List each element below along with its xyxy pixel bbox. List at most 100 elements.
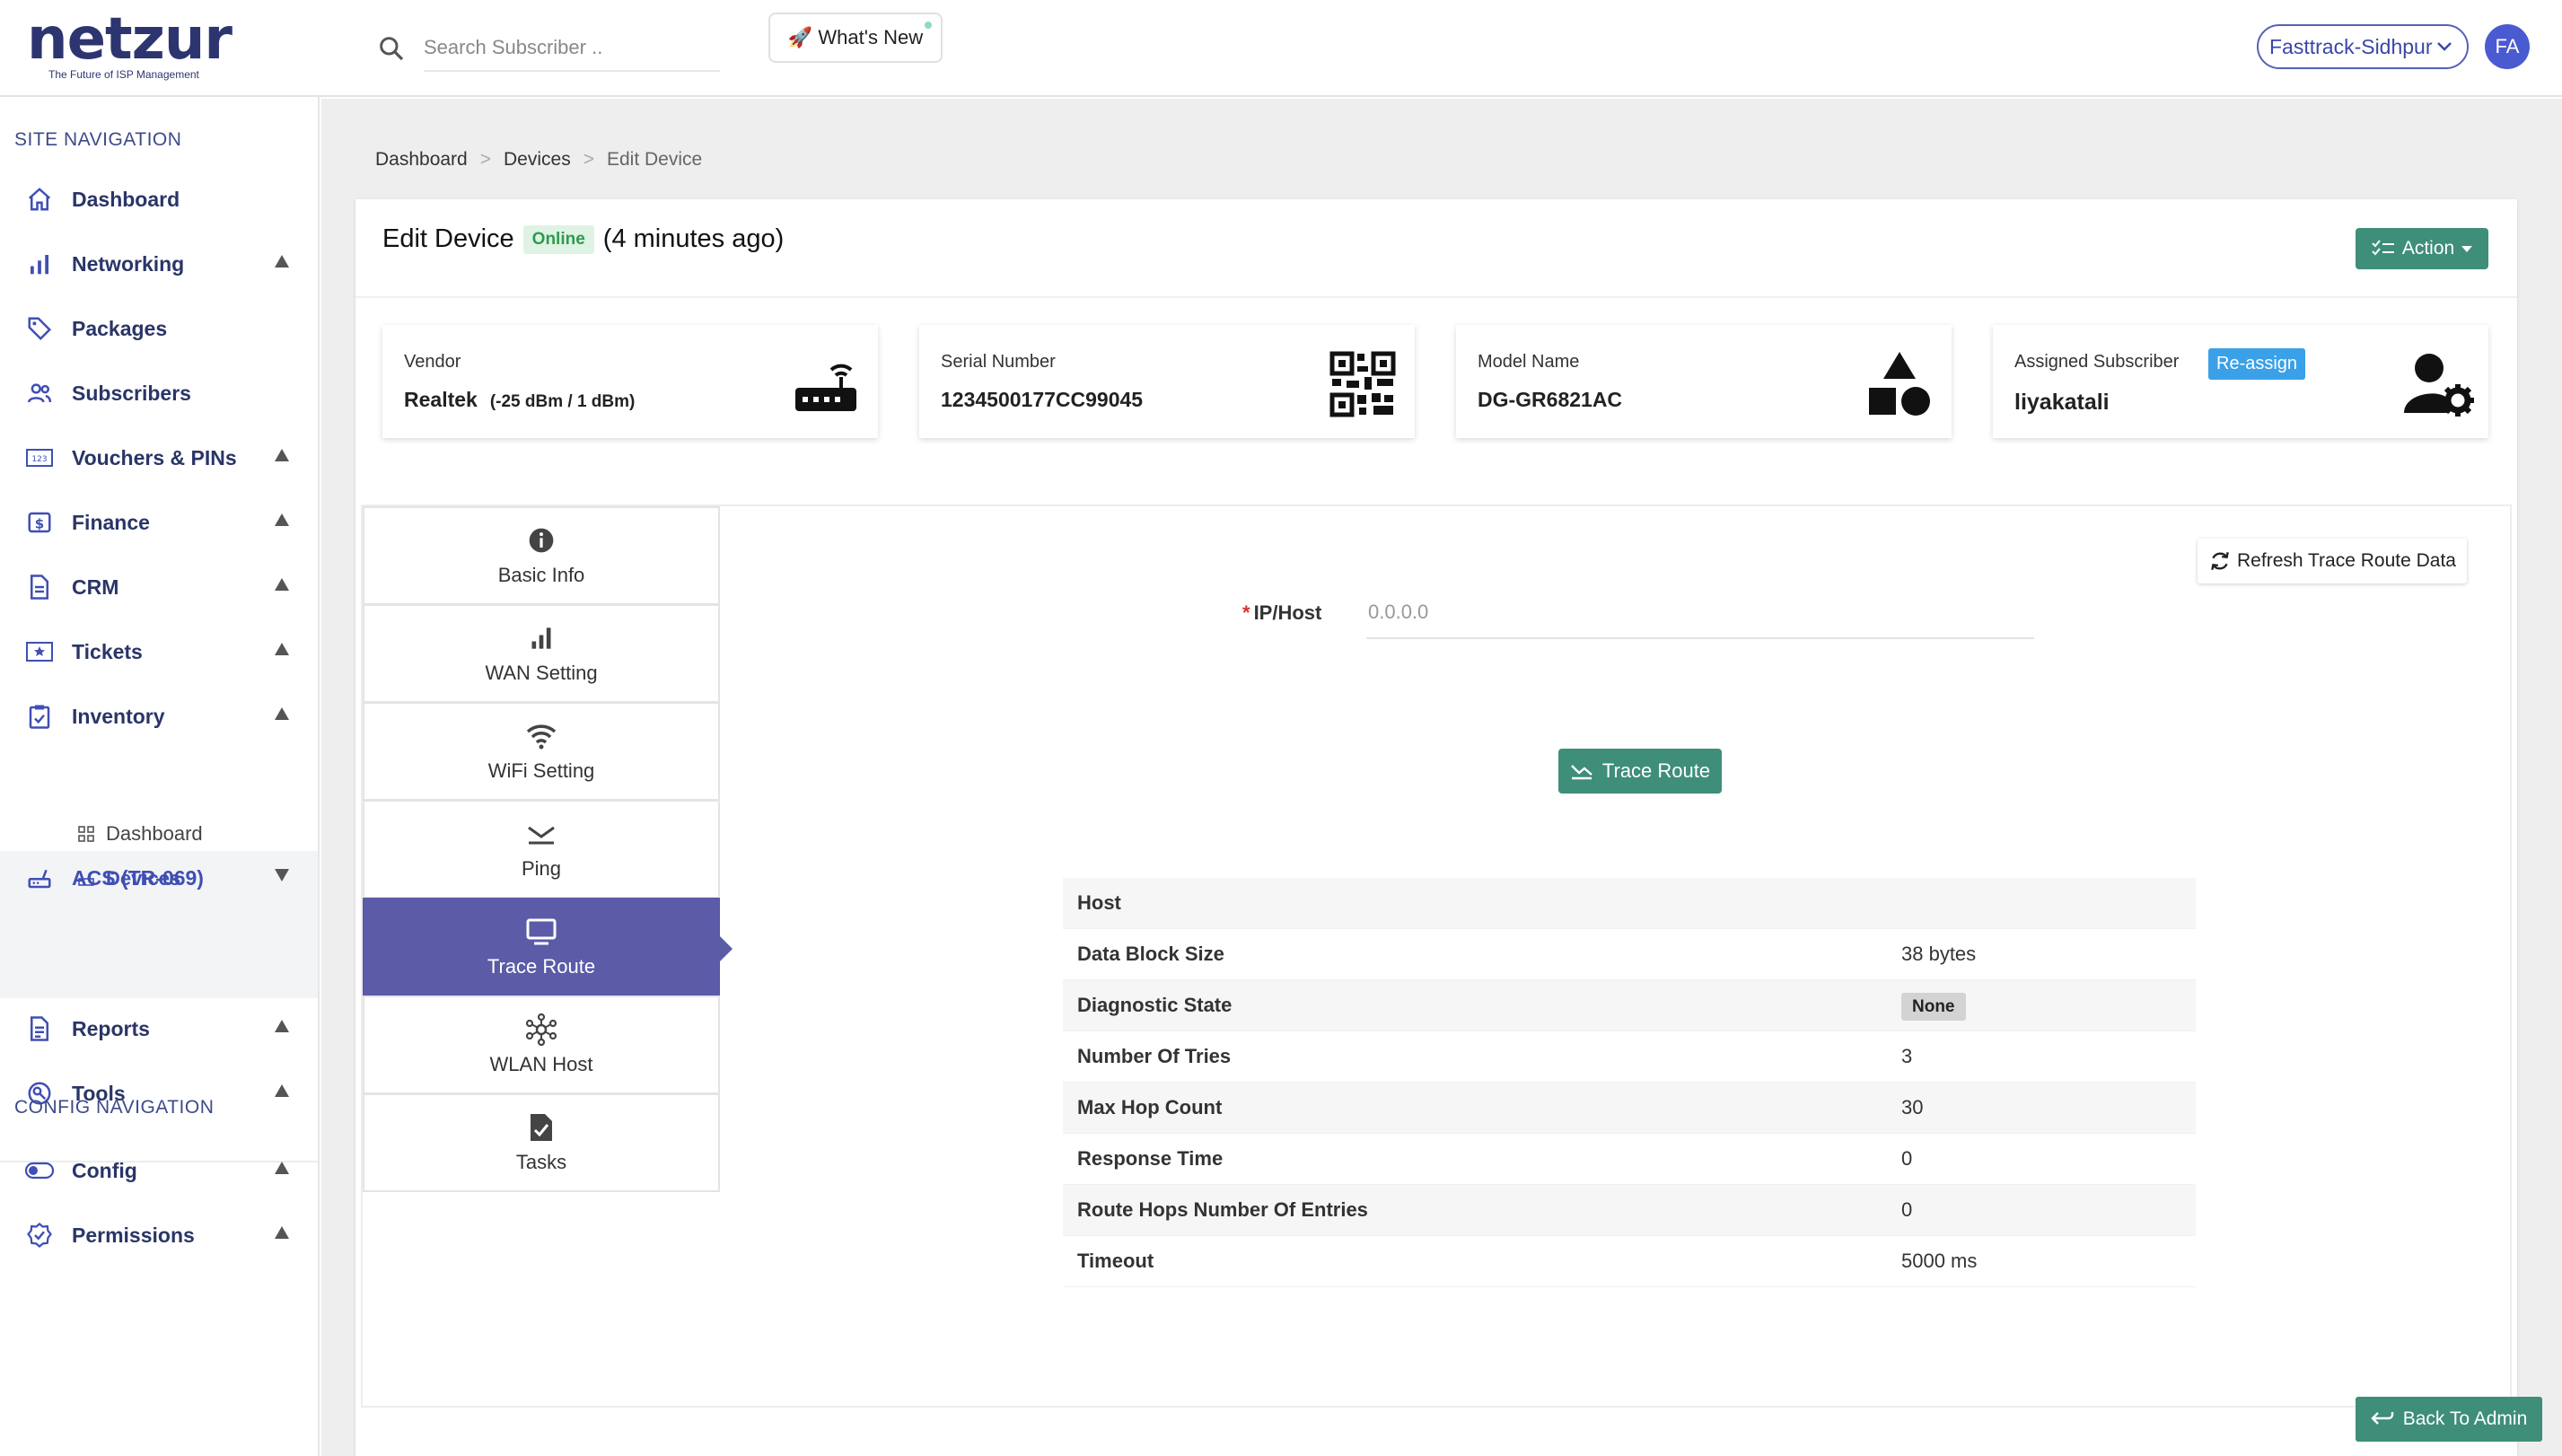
sidebar-item-label: Networking <box>72 251 185 276</box>
router-icon <box>792 350 860 418</box>
sidebar-item-dashboard[interactable]: Dashboard <box>0 172 318 226</box>
expand-arrow-icon <box>275 1162 289 1174</box>
tab-basic-info[interactable]: Basic Info <box>363 506 720 605</box>
model-value: DG-GR6821AC <box>1478 388 1623 411</box>
table-row: Response Time 0 <box>1063 1134 2196 1185</box>
tab-tasks[interactable]: Tasks <box>363 1093 720 1192</box>
tab-wlan-host[interactable]: WLAN Host <box>363 996 720 1094</box>
edit-device-card: Edit Device Online (4 minutes ago) Actio… <box>355 199 2517 1456</box>
toggle-icon <box>22 1153 57 1188</box>
tab-label: Trace Route <box>487 955 596 978</box>
chevron-down-icon <box>2436 26 2452 67</box>
config-navigation-title: CONFIG NAVIGATION <box>14 1097 215 1118</box>
logo[interactable]: netzur The Future of ISP Management <box>27 6 233 81</box>
task-check-icon <box>525 1111 557 1144</box>
sidebar-item-label: Reports <box>72 1016 150 1040</box>
tab-trace-route[interactable]: Trace Route <box>363 898 733 996</box>
action-dropdown-button[interactable]: Action <box>2356 228 2488 269</box>
sidebar-item-packages[interactable]: Packages <box>0 302 318 355</box>
avatar[interactable]: FA <box>2485 24 2530 69</box>
refresh-trace-route-button[interactable]: Refresh Trace Route Data <box>2198 539 2467 583</box>
whats-new-button[interactable]: 🚀 What's New <box>768 13 943 63</box>
organization-select[interactable]: Fasttrack-Sidhpur <box>2257 24 2469 69</box>
sidebar-subitem-label: Dashboard <box>106 822 203 845</box>
row-value: 30 <box>1901 1096 1924 1118</box>
status-badge: Online <box>522 224 594 254</box>
breadcrumb-edit-device: Edit Device <box>606 149 703 170</box>
vendor-name: Realtek <box>404 388 478 411</box>
row-key: Max Hop Count <box>1077 1096 1223 1118</box>
breadcrumb-dashboard[interactable]: Dashboard <box>375 149 468 171</box>
sidebar-item-tickets[interactable]: Tickets <box>0 625 318 679</box>
sidebar-item-permissions[interactable]: Permissions <box>0 1208 318 1262</box>
expand-arrow-icon <box>275 578 289 591</box>
last-seen-text: (4 minutes ago) <box>602 224 785 253</box>
return-arrow-icon <box>2371 1410 2394 1428</box>
vendor-signal: (-25 dBm / 1 dBm) <box>489 392 636 411</box>
sidebar-item-label: Vouchers & PINs <box>72 445 237 469</box>
sidebar-item-subscribers[interactable]: Subscribers <box>0 366 318 420</box>
sidebar-item-inventory[interactable]: Inventory <box>0 689 318 743</box>
back-to-admin-label: Back To Admin <box>2402 1408 2528 1429</box>
diagnostic-state-badge: None <box>1901 993 1966 1021</box>
sidebar-item-label: Dashboard <box>72 187 180 211</box>
checklist-icon <box>2372 240 2395 258</box>
sidebar-item-finance[interactable]: $ Finance <box>0 496 318 549</box>
breadcrumb-devices[interactable]: Devices <box>504 149 571 171</box>
subscriber-card: Assigned Subscriber Re-assign liyakatali <box>1993 325 2488 438</box>
router-icon <box>22 860 57 896</box>
monitor-icon <box>525 916 557 948</box>
reassign-button[interactable]: Re-assign <box>2208 348 2306 380</box>
logo-text: netzur <box>27 6 233 73</box>
users-icon <box>22 375 57 411</box>
tab-wan-setting[interactable]: WAN Setting <box>363 604 720 703</box>
top-bar: netzur The Future of ISP Management Sear… <box>0 0 2562 97</box>
site-navigation-title: SITE NAVIGATION <box>14 129 182 150</box>
back-to-admin-button[interactable]: Back To Admin <box>2356 1397 2542 1442</box>
search-input[interactable]: Search Subscriber .. <box>424 25 720 72</box>
device-icon <box>77 870 95 888</box>
expand-arrow-icon <box>275 1084 289 1097</box>
sidebar-item-label: Inventory <box>72 704 165 728</box>
table-row: Number Of Tries 3 <box>1063 1031 2196 1083</box>
sidebar-item-crm[interactable]: CRM <box>0 560 318 614</box>
shield-check-icon <box>22 1217 57 1253</box>
expand-arrow-icon <box>275 449 289 461</box>
document-icon <box>22 569 57 605</box>
tab-label: Tasks <box>515 1151 567 1173</box>
ping-icon <box>525 818 557 850</box>
sidebar-subitem-acs-dashboard[interactable]: Dashboard <box>77 822 203 846</box>
search-icon[interactable] <box>377 34 406 63</box>
sidebar-item-reports[interactable]: Reports <box>0 1002 318 1056</box>
home-icon <box>22 181 57 217</box>
sidebar-item-networking[interactable]: Networking <box>0 237 318 291</box>
sidebar-item-label: Config <box>72 1158 137 1182</box>
sidebar-item-config[interactable]: Config <box>0 1144 318 1197</box>
trace-icon <box>1570 762 1593 780</box>
signal-bars-icon <box>525 622 557 654</box>
sidebar-item-label: Tickets <box>72 639 143 663</box>
sidebar-subitem-devices[interactable]: Devices <box>77 867 180 890</box>
trace-route-button[interactable]: Trace Route <box>1558 749 1722 794</box>
row-value: None <box>1901 993 1966 1021</box>
tab-label: WLAN Host <box>489 1053 593 1075</box>
vendor-value: Realtek (-25 dBm / 1 dBm) <box>404 388 635 412</box>
subscriber-value[interactable]: liyakatali <box>2014 390 2110 416</box>
expand-arrow-icon <box>275 707 289 720</box>
sidebar-item-vouchers-pins[interactable]: 123 Vouchers & PINs <box>0 431 318 485</box>
collapse-arrow-icon <box>275 869 289 881</box>
model-card: Model Name DG-GR6821AC <box>1456 325 1952 438</box>
table-row: Host <box>1063 878 2196 929</box>
page-title-text: Edit Device <box>382 224 514 253</box>
tag-icon <box>22 311 57 346</box>
table-row: Route Hops Number Of Entries 0 <box>1063 1185 2196 1236</box>
tab-label: Ping <box>521 857 562 880</box>
tab-wifi-setting[interactable]: WiFi Setting <box>363 702 720 801</box>
shapes-icon <box>1865 350 1934 418</box>
report-icon <box>22 1011 57 1047</box>
row-key: Timeout <box>1077 1250 1154 1272</box>
table-row: Timeout 5000 ms <box>1063 1236 2196 1287</box>
tab-ping[interactable]: Ping <box>363 800 720 899</box>
ip-host-input[interactable]: 0.0.0.0 <box>1366 585 2034 639</box>
trace-route-label: Trace Route <box>1601 759 1711 782</box>
